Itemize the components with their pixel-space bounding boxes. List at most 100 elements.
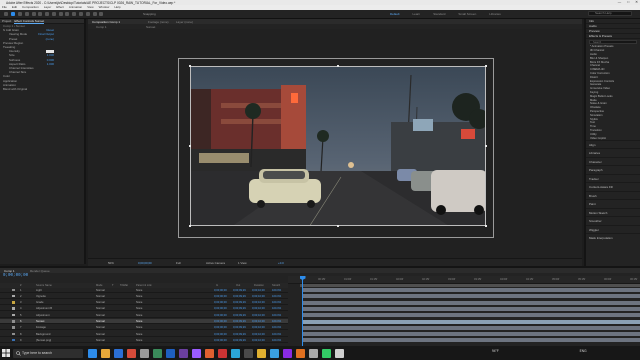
layer-out[interactable]: 0;00;09;29 [233,339,246,342]
home-icon[interactable] [4,12,9,16]
layer-parent[interactable]: None [136,295,142,298]
layer-parent[interactable]: None [136,314,142,317]
taskbar-app-icon[interactable] [283,348,292,358]
timeline-layer-row[interactable]: 2 Vignette Normal None 0;00;00;00 0;00;09;29 0… [0,294,288,299]
layer-duration[interactable]: 0;00;10;00 [252,339,265,342]
effect-property-value[interactable]: 1.000 [47,62,54,66]
taskbar-app-icon[interactable] [101,348,110,358]
handle-top-left[interactable] [189,65,191,67]
camera-dropdown[interactable]: Active Camera [206,261,225,265]
zoom-dropdown[interactable]: 50% [108,261,114,265]
layer-label-color[interactable] [12,338,15,342]
layer-duration[interactable]: 0;00;10;00 [252,295,265,298]
eraser-icon[interactable] [85,12,90,16]
taskbar-app-icon[interactable] [218,348,227,358]
col-source-name[interactable]: Source Name [36,284,52,287]
unified-camera-icon[interactable] [38,12,43,16]
handle-bottom-left[interactable] [189,225,191,227]
layer-name[interactable]: Grade [36,301,43,304]
layer-duration[interactable]: 0;00;10;00 [252,326,265,329]
layer-out[interactable]: 0;00;09;29 [233,320,246,323]
layer-mode[interactable]: Normal [96,326,105,329]
layer-out[interactable]: 0;00;09;29 [233,301,246,304]
taskbar-search-box[interactable]: Type here to search [13,348,83,358]
layer-out[interactable]: 0;00;09;29 [233,333,246,336]
layer-duration[interactable]: 0;00;10;00 [252,314,265,317]
layer-label-color[interactable] [12,332,15,336]
layer-name[interactable]: Footage [36,326,46,329]
layer-in[interactable]: 0;00;00;00 [214,339,227,342]
col-parent[interactable]: Parent & Link [136,284,152,287]
windows-start-icon[interactable] [2,349,10,357]
panel-header-align[interactable]: Align [586,139,640,149]
timeline-layer-row[interactable]: 1 Light Normal None 0;00;00;00 0;00;09;29 0;00… [0,288,288,293]
panel-header-paint[interactable]: Paint [586,199,640,208]
selection-icon[interactable] [11,12,16,16]
layer-name[interactable]: Vignette [36,295,46,298]
taskbar-app-icon[interactable] [192,348,201,358]
taskbar-app-icon[interactable] [166,348,175,358]
timeline-layer-row[interactable]: 7 Footage Normal None 0;00;00;00 0;00;09;29 0;… [0,325,288,331]
taskbar-app-icon[interactable] [114,348,123,358]
layer-mode[interactable]: Normal [96,339,105,342]
handle-top-center[interactable] [337,65,339,67]
layer-stretch[interactable]: 100.0% [272,301,281,304]
layer-stretch[interactable]: 100.0% [272,333,281,336]
taskbar-app-icon[interactable] [270,348,279,358]
taskbar-app-icon[interactable] [322,348,331,358]
layer-out[interactable]: 0;00;09;29 [233,314,246,317]
layer-stretch[interactable]: 100.0% [272,314,281,317]
snapping-label[interactable]: Snapping [143,12,156,16]
layer-label-color[interactable] [12,301,15,304]
layer-name[interactable]: Light [36,289,42,292]
language-indicator[interactable]: ENG [580,349,587,353]
tab-render-queue[interactable]: Render Queue [30,269,50,273]
panel-header-tracker[interactable]: Tracker [586,173,640,183]
workspace-learn[interactable]: Learn [413,12,421,16]
taskbar-app-icon[interactable] [140,348,149,358]
layer-label-color[interactable] [12,307,15,310]
layer-name[interactable]: Adjustment [36,314,49,317]
layer-mode[interactable]: Normal [96,333,105,336]
layer-duration[interactable]: 0;00;10;00 [252,301,265,304]
layer-parent[interactable]: None [136,301,142,304]
layer-out[interactable]: 0;00;09;29 [233,326,246,329]
taskbar-app-icon[interactable] [244,348,253,358]
layer-name[interactable]: Adjustment B [36,307,52,310]
layer-parent[interactable]: None [136,333,142,336]
layer-label-color[interactable] [12,288,15,292]
layer-in[interactable]: 0;00;00;00 [214,320,227,323]
layer-parent[interactable]: None [136,289,142,292]
timeline-layer-row[interactable]: 3 Grade Normal None 0;00;00;00 0;00;09;29 0;00… [0,300,288,306]
col-trkmat[interactable]: TrkMat [120,284,128,287]
layer-stretch[interactable]: 100.0% [272,320,281,323]
playhead-line[interactable] [302,276,303,346]
layer-in[interactable]: 0;00;00;00 [214,289,227,292]
close-button[interactable]: ✕ [635,0,638,4]
layer-duration[interactable]: 0;00;10;00 [252,289,265,292]
timeline-layer-row[interactable]: 5 Adjustment Normal None 0;00;00;00 0;00;09;2… [0,313,288,318]
handle-mid-left[interactable] [189,145,191,147]
time-ruler[interactable]: 00:15f 01:00f 01:15f 02:00f 02:15f 03:00f 03:1… [288,276,640,284]
effects-search-input[interactable]: Search [589,40,637,44]
layer-name[interactable]: Sunset [36,320,44,323]
timeline-layer-row[interactable]: 9 [Sunset.png] Normal None 0;00;00;00 0;00;09… [0,338,288,343]
brush-icon[interactable] [72,12,77,16]
layer-in[interactable]: 0;00;00;00 [214,326,227,329]
panel-header-libraries[interactable]: Libraries [586,148,640,157]
layer-duration-bar[interactable] [302,294,640,299]
layer-in[interactable]: 0;00;00;00 [214,314,227,317]
composition-image[interactable] [190,66,486,226]
pen-icon[interactable] [58,12,63,16]
layer-out[interactable]: 0;00;09;29 [233,289,246,292]
layer-duration-bar[interactable] [302,338,640,343]
layer-in[interactable]: 0;00;00;00 [214,307,227,310]
layer-duration-bar[interactable] [302,325,640,330]
workspace-small-screen[interactable]: Small Screen [458,12,476,16]
layer-mode[interactable]: Normal [96,301,105,304]
handle-mid-right[interactable] [485,145,487,147]
taskbar-app-icon[interactable] [335,348,344,358]
effect-property-value[interactable]: (none) [46,37,54,41]
timeline-timecode[interactable]: 0;00;00;00 [3,274,28,278]
layer-duration-bar[interactable] [302,306,640,311]
